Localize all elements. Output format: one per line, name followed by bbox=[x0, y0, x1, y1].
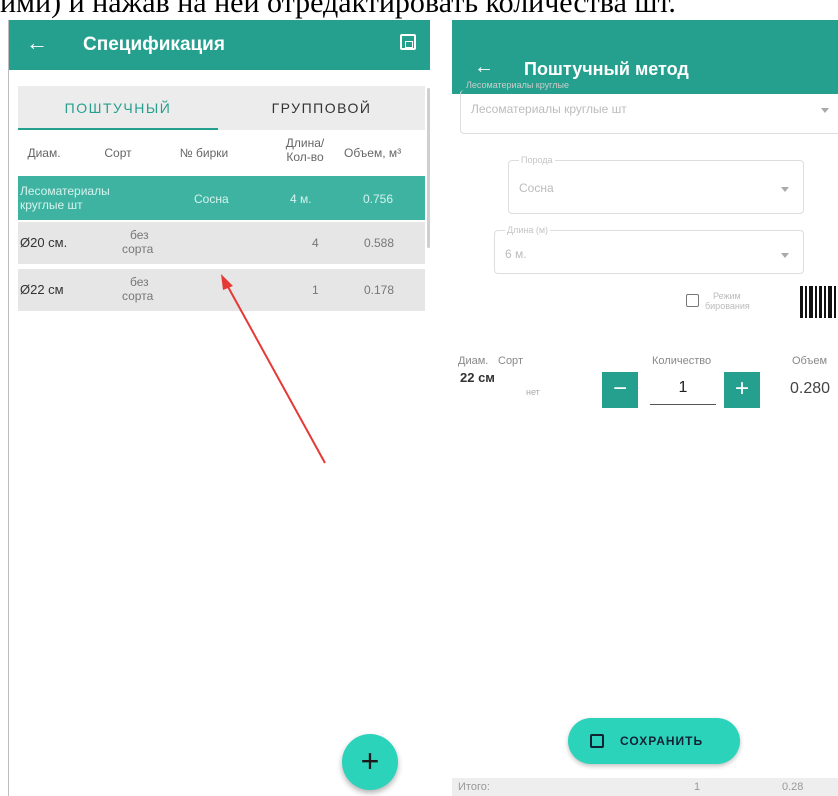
screenshot: ими) и нажав на ней отредактировать коли… bbox=[0, 0, 838, 796]
decrease-button[interactable]: − bbox=[602, 372, 638, 408]
checkbox-label: Режим бирования bbox=[705, 291, 765, 311]
annotation-arrow bbox=[221, 274, 326, 464]
col-diam: Диам. bbox=[458, 355, 489, 367]
total-volume: 0.28 bbox=[782, 781, 804, 793]
chevron-down-icon bbox=[821, 108, 829, 113]
item-sort: нет bbox=[526, 387, 540, 397]
specification-screen: ← Спецификация ПОШТУЧНЫЙ ГРУППОВОЙ Диам.… bbox=[8, 20, 430, 796]
add-button[interactable]: + bbox=[342, 734, 398, 790]
piecewise-method-screen: ← Поштучный метод Лесоматериалы круглые … bbox=[452, 20, 838, 796]
save-button[interactable]: СОХРАНИТЬ bbox=[568, 718, 740, 764]
totals-bar: Итого: 1 0.28 bbox=[452, 778, 838, 796]
page-title: Поштучный метод bbox=[524, 59, 689, 79]
total-qty: 1 bbox=[694, 781, 701, 793]
increase-button[interactable]: + bbox=[724, 372, 760, 408]
chevron-down-icon bbox=[781, 187, 789, 192]
length-label: Длина (м) bbox=[505, 224, 551, 236]
length-select[interactable]: Длина (м) 6 м. bbox=[494, 224, 804, 274]
save-label: СОХРАНИТЬ bbox=[620, 734, 704, 748]
checkbox-label-2: бирования bbox=[705, 301, 750, 311]
document-caption: ими) и нажав на ней отредактировать коли… bbox=[0, 0, 676, 19]
col-vol: Объем bbox=[792, 355, 828, 367]
arrow-left-icon[interactable]: ← bbox=[474, 56, 494, 78]
item-volume: 0.280 bbox=[790, 380, 831, 397]
quantity-input[interactable]: 1 bbox=[650, 378, 716, 398]
length-value: 6 м. bbox=[505, 247, 527, 261]
checkbox-label-1: Режим bbox=[713, 291, 741, 301]
product-label: Лесоматериалы круглые bbox=[466, 80, 569, 90]
chevron-down-icon bbox=[781, 253, 789, 258]
product-value: Лесоматериалы круглые шт bbox=[471, 102, 627, 116]
col-qty: Количество bbox=[652, 355, 712, 367]
total-label: Итого: bbox=[458, 781, 490, 793]
col-sort: Сорт bbox=[498, 355, 523, 367]
species-select[interactable]: Порода Сосна bbox=[508, 154, 804, 214]
save-icon bbox=[590, 734, 604, 748]
species-label: Порода bbox=[519, 154, 555, 166]
species-value: Сосна bbox=[519, 181, 554, 195]
quantity-underline bbox=[650, 404, 716, 405]
product-select[interactable]: Лесоматериалы круглые шт bbox=[460, 90, 838, 134]
barcode-icon[interactable] bbox=[800, 286, 838, 318]
tagging-mode-checkbox[interactable] bbox=[686, 294, 699, 307]
item-diameter: 22 см bbox=[460, 370, 495, 385]
